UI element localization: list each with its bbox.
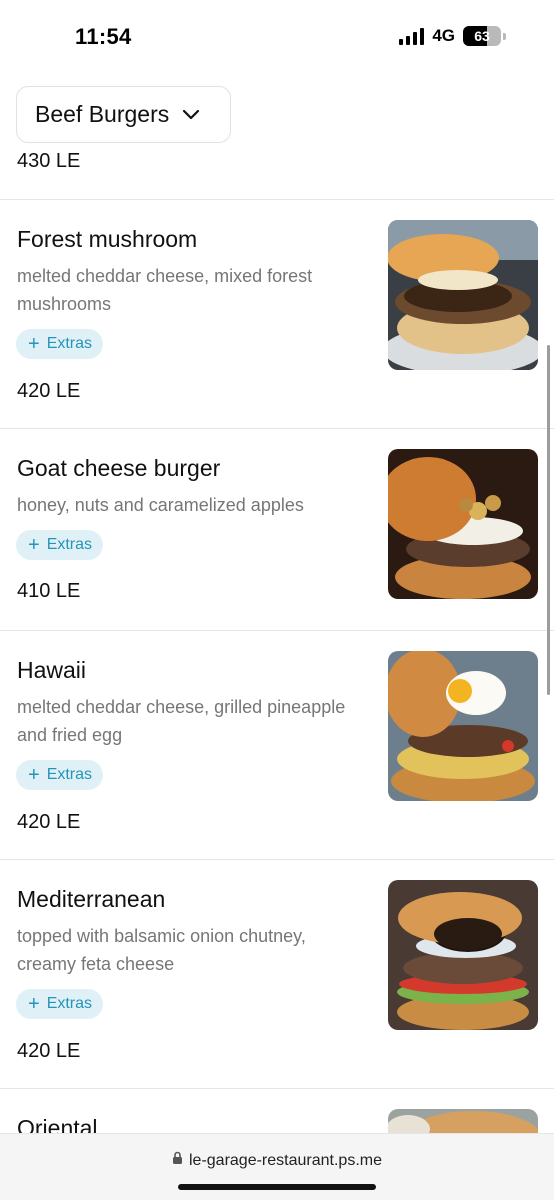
item-name: Forest mushroom — [17, 226, 198, 252]
extras-label: Extras — [46, 335, 93, 352]
menu-item[interactable]: Oriental — [0, 1089, 554, 1133]
item-name: Mediterranean — [17, 886, 166, 912]
item-price: 420 LE — [17, 811, 81, 833]
item-price: 420 LE — [17, 1040, 81, 1062]
browser-bottom-bar: le-garage-restaurant.ps.me — [0, 1133, 554, 1200]
extras-button[interactable]: + Extras — [16, 989, 104, 1019]
category-dropdown[interactable]: Beef Burgers — [16, 86, 231, 143]
extras-label: Extras — [46, 536, 93, 553]
home-indicator[interactable] — [178, 1184, 376, 1190]
battery-percent: 63 — [474, 28, 490, 44]
extras-label: Extras — [46, 995, 93, 1012]
item-description: melted cheddar cheese, grilled pineapple… — [17, 697, 346, 745]
status-time: 11:54 — [75, 24, 132, 49]
menu-item[interactable]: Mediterranean topped with balsamic onion… — [0, 860, 554, 1088]
chevron-down-icon — [181, 105, 201, 125]
status-bar: 11:54 4G 63 — [0, 0, 554, 76]
menu-item[interactable]: Hawaii melted cheddar cheese, grilled pi… — [0, 631, 554, 859]
item-description: melted cheddar cheese, mixed forest mush… — [17, 266, 313, 314]
previous-item-price: 430 LE — [17, 150, 81, 172]
plus-icon: + — [28, 993, 40, 1015]
item-photo[interactable] — [388, 449, 538, 599]
scrollbar[interactable] — [547, 345, 550, 695]
item-description: honey, nuts and caramelized apples — [17, 495, 304, 515]
extras-button[interactable]: + Extras — [16, 530, 104, 560]
extras-label: Extras — [46, 766, 93, 783]
status-icons: 4G 63 — [399, 26, 506, 46]
url-display[interactable]: le-garage-restaurant.ps.me — [0, 1151, 554, 1170]
plus-icon: + — [28, 333, 40, 355]
item-photo[interactable] — [388, 1109, 538, 1133]
url-text: le-garage-restaurant.ps.me — [189, 1151, 382, 1169]
item-name: Hawaii — [17, 657, 87, 683]
item-name: Oriental — [17, 1115, 98, 1133]
battery-cap — [503, 32, 506, 40]
item-photo[interactable] — [388, 880, 538, 1030]
cellular-signal-icon — [399, 27, 425, 45]
menu-item[interactable]: Forest mushroom melted cheddar cheese, m… — [0, 200, 554, 428]
item-photo[interactable] — [388, 220, 538, 370]
item-price: 410 LE — [17, 580, 81, 602]
lock-icon — [172, 1151, 183, 1170]
network-type: 4G — [432, 26, 455, 45]
plus-icon: + — [28, 534, 40, 556]
extras-button[interactable]: + Extras — [16, 329, 104, 359]
battery-icon: 63 — [463, 26, 501, 46]
item-name: Goat cheese burger — [17, 455, 221, 481]
item-description: topped with balsamic onion chutney, crea… — [17, 926, 306, 974]
extras-button[interactable]: + Extras — [16, 760, 104, 790]
menu-item[interactable]: Goat cheese burger honey, nuts and caram… — [0, 429, 554, 630]
item-photo[interactable] — [388, 651, 538, 801]
category-label: Beef Burgers — [35, 101, 170, 127]
item-price: 420 LE — [17, 380, 81, 402]
plus-icon: + — [28, 764, 40, 786]
